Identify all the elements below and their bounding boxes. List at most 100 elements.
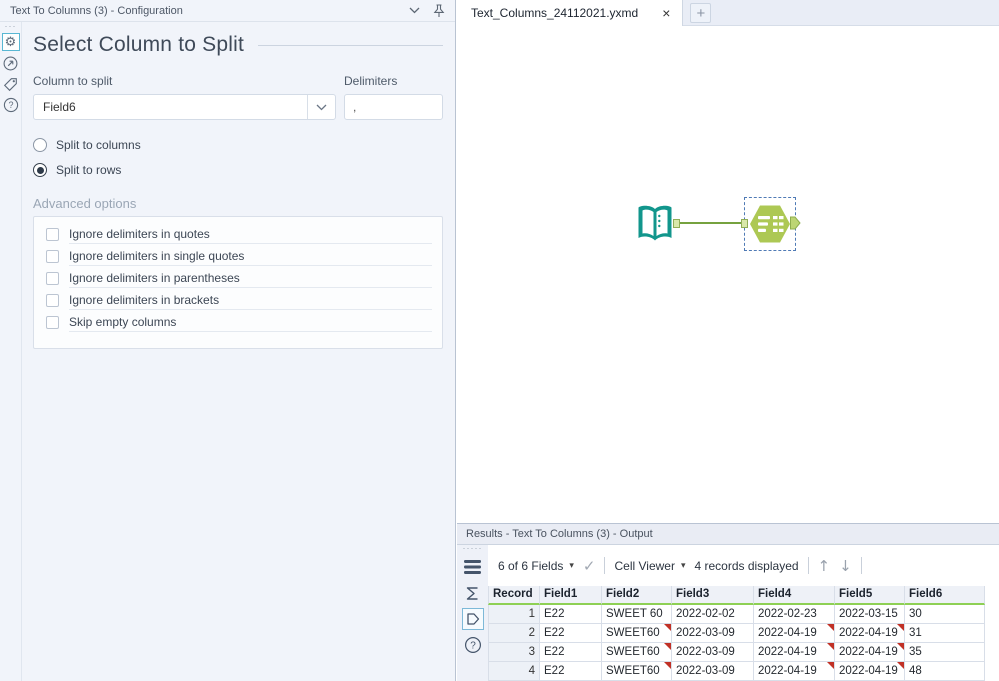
cell-warning-marker-icon (897, 624, 904, 631)
workflow-tab[interactable]: Text_Columns_24112021.yxmd × (457, 0, 683, 26)
workflow-tab-label: Text_Columns_24112021.yxmd (471, 6, 638, 20)
delimiters-input[interactable]: , (344, 94, 443, 120)
results-help-button[interactable]: ? (462, 634, 484, 656)
scroll-down-button[interactable]: ↓ (839, 557, 852, 575)
table-cell[interactable]: 2022-03-09 (672, 624, 754, 643)
scroll-up-button[interactable]: ↑ (818, 557, 831, 575)
pin-icon[interactable] (433, 4, 445, 18)
table-cell[interactable]: 2022-04-19 (835, 624, 905, 643)
radio-split-to-rows[interactable]: Split to rows (33, 159, 443, 181)
checkbox[interactable] (46, 294, 59, 307)
toolbar-divider (861, 557, 862, 574)
checkbox[interactable] (46, 272, 59, 285)
checkbox-row-ignore-delimiters-in-parentheses[interactable]: Ignore delimiters in parentheses (46, 267, 432, 289)
radio-split-to-columns[interactable]: Split to columns (33, 134, 443, 156)
checkbox[interactable] (46, 316, 59, 329)
cell-viewer-dropdown[interactable]: Cell Viewer ▾ (614, 559, 685, 573)
checkbox-row-ignore-delimiters-in-single-quotes[interactable]: Ignore delimiters in single quotes (46, 245, 432, 267)
table-cell[interactable]: 2022-03-15 (835, 605, 905, 624)
gear-icon: ⚙ (5, 36, 17, 49)
input-data-tool[interactable] (637, 203, 673, 243)
cell-warning-marker-icon (897, 662, 904, 669)
table-cell[interactable]: E22 (540, 662, 602, 681)
apply-check-icon[interactable]: ✓ (583, 557, 596, 575)
col-header-field5[interactable]: Field5 (835, 586, 905, 605)
configuration-tab-button[interactable]: ⚙ (2, 33, 20, 51)
title-divider (258, 45, 443, 46)
workflow-canvas[interactable] (457, 26, 999, 523)
new-tab-button[interactable]: + (690, 3, 711, 23)
text-to-columns-input-anchor[interactable] (741, 219, 748, 228)
col-header-label: Field2 (606, 588, 639, 600)
checkbox[interactable] (46, 250, 59, 263)
cell-warning-marker-icon (897, 643, 904, 650)
record-number-cell[interactable]: 1 (488, 605, 540, 624)
fields-dropdown[interactable]: 6 of 6 Fields ▾ (498, 559, 574, 573)
table-cell[interactable]: SWEET60 (602, 643, 672, 662)
table-cell[interactable]: 30 (905, 605, 985, 624)
annotation-tab-button[interactable] (2, 75, 20, 93)
help-tab-button[interactable]: ? (2, 96, 20, 114)
table-cell[interactable]: 2022-04-19 (835, 643, 905, 662)
text-to-columns-tool[interactable] (749, 204, 791, 244)
table-cell[interactable]: 48 (905, 662, 985, 681)
col-header-field1[interactable]: Field1 (540, 586, 602, 605)
record-number-cell[interactable]: 4 (488, 662, 540, 681)
alteryx-designer-window: Text To Columns (3) - Configuration ··· … (0, 0, 999, 681)
cell-warning-marker-icon (664, 662, 671, 669)
table-cell[interactable]: SWEET60 (602, 624, 672, 643)
table-cell[interactable]: 2022-03-09 (672, 643, 754, 662)
row-underline (69, 309, 432, 310)
panel-drag-handle[interactable]: ··· (5, 23, 17, 30)
table-cell[interactable]: E22 (540, 643, 602, 662)
table-cell[interactable]: E22 (540, 624, 602, 643)
table-cell[interactable]: 2022-04-19 (754, 643, 835, 662)
record-number-cell[interactable]: 3 (488, 643, 540, 662)
table-cell[interactable]: 2022-02-23 (754, 605, 835, 624)
checkbox-row-ignore-delimiters-in-quotes[interactable]: Ignore delimiters in quotes (46, 223, 432, 245)
advanced-options-label: Advanced options (33, 196, 443, 211)
toolbar-divider (604, 557, 605, 574)
connection-line (680, 222, 744, 224)
col-header-label: Field5 (839, 588, 872, 600)
metadata-toggle-button[interactable] (462, 556, 484, 578)
checkbox-row-skip-empty-columns[interactable]: Skip empty columns (46, 311, 432, 333)
radio-label: Split to columns (56, 138, 141, 152)
configuration-tool-strip: ··· ⚙ ? (0, 22, 22, 681)
table-cell[interactable]: 31 (905, 624, 985, 643)
cell-viewer-label: Cell Viewer (614, 559, 674, 573)
close-tab-icon[interactable]: × (662, 6, 670, 20)
col-header-field3[interactable]: Field3 (672, 586, 754, 605)
table-cell[interactable]: 2022-04-19 (754, 624, 835, 643)
table-cell[interactable]: 2022-04-19 (754, 662, 835, 681)
table-cell[interactable]: 35 (905, 643, 985, 662)
table-cell[interactable]: SWEET 60 (602, 605, 672, 624)
table-cell[interactable]: SWEET60 (602, 662, 672, 681)
split-mode-radio-group: Split to columns Split to rows (33, 134, 443, 181)
results-drag-handle[interactable]: ····· (463, 545, 483, 552)
records-displayed: 4 records displayed (694, 559, 798, 573)
checkbox-label: Ignore delimiters in parentheses (69, 271, 240, 285)
col-header-field6[interactable]: Field6 (905, 586, 985, 605)
col-header-field2[interactable]: Field2 (602, 586, 672, 605)
output-anchor-button[interactable] (462, 608, 484, 630)
collapse-chevron-icon[interactable] (409, 7, 420, 14)
table-cell[interactable]: 2022-03-09 (672, 662, 754, 681)
record-number-cell[interactable]: 2 (488, 624, 540, 643)
input-tool-output-anchor[interactable] (673, 219, 680, 228)
input-anchor-button[interactable] (462, 582, 484, 604)
checkbox-row-ignore-delimiters-in-brackets[interactable]: Ignore delimiters in brackets (46, 289, 432, 311)
table-cell[interactable]: E22 (540, 605, 602, 624)
checkbox[interactable] (46, 228, 59, 241)
radio-circle-icon (33, 138, 47, 152)
navigation-icon (3, 56, 18, 71)
text-to-columns-output-anchor[interactable] (790, 216, 801, 230)
column-to-split-select[interactable]: Field6 (33, 94, 336, 120)
tag-icon (3, 77, 18, 92)
table-cell[interactable]: 2022-04-19 (835, 662, 905, 681)
table-cell[interactable]: 2022-02-02 (672, 605, 754, 624)
col-header-record[interactable]: Record (488, 586, 540, 605)
navigation-tab-button[interactable] (2, 54, 20, 72)
col-header-field4[interactable]: Field4 (754, 586, 835, 605)
combo-dropdown-button[interactable] (307, 95, 335, 119)
